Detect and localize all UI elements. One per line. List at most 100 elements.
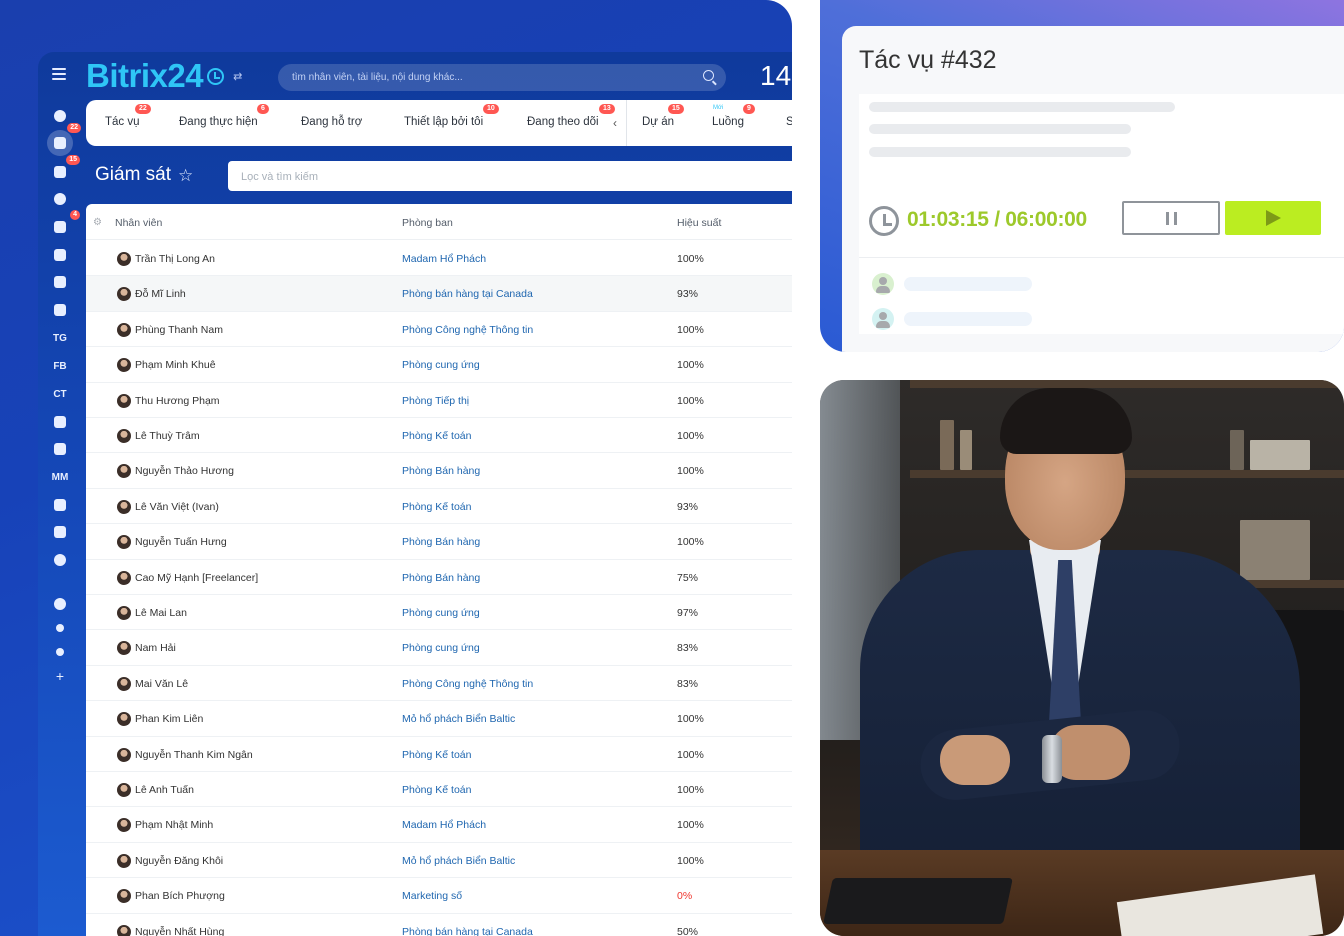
department-link[interactable]: Madam Hổ Phách <box>402 253 486 265</box>
employee-name[interactable]: Lê Văn Việt (Ivan) <box>135 501 219 513</box>
department-link[interactable]: Phòng Kế toán <box>402 749 471 761</box>
department-link[interactable]: Phòng Kế toán <box>402 501 471 513</box>
sign-icon[interactable] <box>48 439 72 459</box>
table-row[interactable]: Nguyễn Thảo Hương Phòng Bán hàng 100% <box>86 453 792 489</box>
department-link[interactable]: Phòng bán hàng tại Canada <box>402 926 533 936</box>
avatar[interactable] <box>117 606 131 620</box>
avatar[interactable] <box>117 712 131 727</box>
employee-name[interactable]: Nguyễn Đăng Khôi <box>135 855 223 867</box>
department-link[interactable]: Madam Hổ Phách <box>402 819 486 831</box>
department-link[interactable]: Phòng Tiếp thị <box>402 395 469 407</box>
employee-name[interactable]: Trần Thị Long An <box>135 253 215 265</box>
network-icon[interactable] <box>48 618 72 638</box>
robot-icon[interactable] <box>48 272 72 292</box>
edit-list-icon[interactable] <box>48 522 72 542</box>
chevron-circle-icon[interactable] <box>48 550 72 570</box>
table-row[interactable]: Phạm Minh Khuê Phòng cung ứng 100% <box>86 347 792 383</box>
filter-input[interactable]: Lọc và tìm kiếm <box>228 161 792 191</box>
table-row[interactable]: Lê Thuỳ Trâm Phòng Kế toán 100% <box>86 418 792 454</box>
sidebar-item-ct[interactable]: CT <box>48 384 72 404</box>
sidebar-item-tg[interactable]: TG <box>48 328 72 348</box>
employee-name[interactable]: Lê Thuỳ Trâm <box>135 430 200 442</box>
department-link[interactable]: Phòng Bán hàng <box>402 536 480 548</box>
target-icon[interactable] <box>48 189 72 209</box>
department-link[interactable]: Phòng bán hàng tại Canada <box>402 288 533 300</box>
tab-set-by-me[interactable]: Thiết lập bởi tôi 10 <box>404 104 499 128</box>
tab-following[interactable]: Đang theo dõi 13 <box>527 104 615 128</box>
avatar[interactable] <box>117 676 131 691</box>
employee-name[interactable]: Nam Hải <box>135 642 176 654</box>
col-employee[interactable]: Nhân viên <box>115 217 162 229</box>
pause-button[interactable] <box>1122 201 1220 235</box>
avatar[interactable] <box>117 322 131 337</box>
employee-name[interactable]: Nguyễn Thanh Kim Ngân <box>135 749 253 761</box>
table-row[interactable]: Lê Văn Việt (Ivan) Phòng Kế toán 93% <box>86 489 792 525</box>
employee-name[interactable]: Đỗ Mĩ Linh <box>135 288 186 300</box>
table-row[interactable]: Nguyễn Thanh Kim Ngân Phòng Kế toán 100% <box>86 737 792 772</box>
department-link[interactable]: Phòng Kế toán <box>402 784 471 796</box>
table-row[interactable]: Nguyễn Nhất Hùng Phòng bán hàng tại Canad… <box>86 914 792 936</box>
avatar[interactable] <box>117 889 131 904</box>
chevron-left-icon[interactable]: ‹ <box>613 116 617 130</box>
avatar[interactable] <box>117 818 131 833</box>
settings-icon[interactable] <box>48 642 72 662</box>
table-row[interactable]: Đỗ Mĩ Linh Phòng bán hàng tại Canada 93% <box>86 276 792 312</box>
employee-name[interactable]: Phạm Nhật Minh <box>135 819 213 831</box>
department-link[interactable]: Phòng Công nghệ Thông tin <box>402 678 533 690</box>
sidebar-item-fb[interactable]: FB <box>48 356 72 376</box>
table-row[interactable]: Lê Mai Lan Phòng cung ứng 97% <box>86 595 792 631</box>
search-input[interactable]: tìm nhân viên, tài liệu, nội dung khác..… <box>278 64 726 91</box>
avatar[interactable] <box>117 429 131 443</box>
play-button[interactable] <box>1225 201 1321 235</box>
cart-icon[interactable] <box>48 245 72 265</box>
employee-name[interactable]: Lê Mai Lan <box>135 607 187 619</box>
employee-name[interactable]: Nguyễn Tuấn Hưng <box>135 536 227 548</box>
avatar[interactable] <box>117 358 131 373</box>
tasks-icon[interactable]: 22 <box>47 123 81 156</box>
avatar[interactable] <box>117 783 131 797</box>
table-row[interactable]: Nguyễn Tuấn Hưng Phòng Bán hàng 100% <box>86 524 792 560</box>
employee-name[interactable]: Phùng Thanh Nam <box>135 324 223 336</box>
avatar[interactable] <box>117 287 131 302</box>
table-row[interactable]: Phan Kim Liên Mỏ hổ phách Biển Baltic 100% <box>86 701 792 737</box>
contacts-icon[interactable]: 4 <box>48 210 80 237</box>
employee-name[interactable]: Lê Anh Tuấn <box>135 784 194 796</box>
employee-name[interactable]: Cao Mỹ Hạnh [Freelancer] <box>135 572 258 584</box>
avatar[interactable] <box>117 747 131 762</box>
avatar[interactable] <box>117 641 131 656</box>
chart-icon[interactable] <box>48 495 72 515</box>
department-link[interactable]: Marketing số <box>402 890 462 902</box>
avatar[interactable] <box>117 393 131 408</box>
employee-name[interactable]: Phạm Minh Khuê <box>135 359 216 371</box>
search-icon[interactable] <box>703 70 714 81</box>
filter-icon[interactable]: 15 <box>48 155 80 182</box>
table-row[interactable]: Nguyễn Đăng Khôi Mỏ hổ phách Biển Baltic 1… <box>86 843 792 879</box>
employee-name[interactable]: Phan Bích Phượng <box>135 890 225 902</box>
menu-icon[interactable] <box>52 68 66 80</box>
table-row[interactable]: Phùng Thanh Nam Phòng Công nghệ Thông tin… <box>86 312 792 348</box>
tab-assisting[interactable]: Đang hỗ trợ <box>301 116 362 128</box>
department-link[interactable]: Phòng Kế toán <box>402 430 471 442</box>
avatar[interactable] <box>117 535 131 550</box>
avatar[interactable] <box>117 853 131 868</box>
employee-name[interactable]: Thu Hương Phạm <box>135 395 220 407</box>
department-link[interactable]: Phòng cung ứng <box>402 607 480 619</box>
table-row[interactable]: Lê Anh Tuấn Phòng Kế toán 100% <box>86 772 792 808</box>
department-link[interactable]: Phòng Bán hàng <box>402 572 480 584</box>
department-link[interactable]: Phòng cung ứng <box>402 642 480 654</box>
employee-name[interactable]: Mai Văn Lê <box>135 678 188 690</box>
col-department[interactable]: Phòng ban <box>402 217 453 229</box>
box-icon[interactable] <box>48 300 72 320</box>
col-performance[interactable]: Hiệu suất <box>677 217 721 229</box>
avatar[interactable] <box>117 464 131 479</box>
department-link[interactable]: Phòng Bán hàng <box>402 465 480 477</box>
gear-icon[interactable]: ⚙ <box>93 217 102 228</box>
tab-more[interactable]: S <box>786 116 792 128</box>
tab-in-progress[interactable]: Đang thực hiện 6 <box>179 104 269 128</box>
department-link[interactable]: Mỏ hổ phách Biển Baltic <box>402 713 515 725</box>
sidebar-item-mm[interactable]: MM <box>48 467 72 487</box>
table-row[interactable]: Trần Thị Long An Madam Hổ Phách 100% <box>86 241 792 277</box>
avatar[interactable] <box>117 252 131 266</box>
tab-flows[interactable]: Luồng Mới 9 <box>712 104 755 128</box>
table-row[interactable]: Phan Bích Phượng Marketing số 0% <box>86 878 792 914</box>
